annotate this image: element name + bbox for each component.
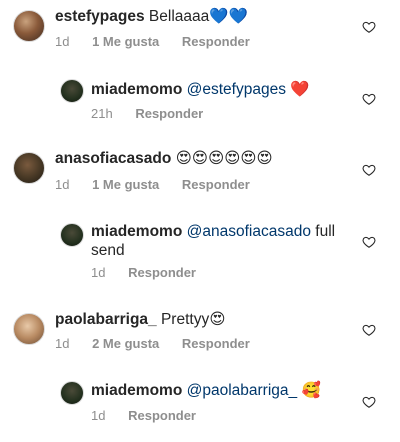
avatar[interactable] — [60, 223, 84, 247]
comment-meta: 21h Responder — [91, 106, 222, 121]
comment-username[interactable]: miademomo — [91, 223, 182, 240]
comment-username[interactable]: miademomo — [91, 382, 182, 399]
comment-username[interactable]: miademomo — [91, 81, 182, 98]
comment-time: 1d — [55, 336, 70, 351]
comment-body: Bellaaaa — [148, 8, 210, 25]
heart-outline-icon[interactable] — [362, 20, 376, 34]
reply-button[interactable]: Responder — [182, 34, 250, 49]
comment-username[interactable]: anasofiacasado — [55, 150, 171, 167]
comment-emoji: 💙💙 — [209, 7, 248, 25]
comment-time: 1d — [91, 408, 106, 423]
comment-time: 21h — [91, 106, 113, 121]
comment-username[interactable]: estefypages — [55, 8, 145, 25]
comment-meta: 1d 1 Me gusta Responder — [55, 34, 269, 49]
heart-outline-icon[interactable] — [362, 395, 376, 409]
comment-emoji: ❤️ — [290, 80, 310, 98]
comment-emoji: 😍 — [209, 310, 226, 328]
reply-button[interactable]: Responder — [128, 408, 196, 423]
reply-button[interactable]: Responder — [182, 177, 250, 192]
avatar[interactable] — [13, 313, 45, 345]
comment-text: miademomo @anasofiacasado full send — [91, 222, 346, 260]
comment-meta: 1d 2 Me gusta Responder — [55, 336, 269, 351]
comment-text: miademomo @paolabarriga_ 🥰 — [91, 381, 321, 400]
heart-outline-icon[interactable] — [362, 235, 376, 249]
comment-likes[interactable]: 1 Me gusta — [92, 34, 159, 49]
comment-meta: 1d Responder — [91, 265, 215, 280]
reply-button[interactable]: Responder — [135, 106, 203, 121]
comment-meta: 1d 1 Me gusta Responder — [55, 177, 269, 192]
avatar[interactable] — [13, 152, 45, 184]
comment-text: anasofiacasado 😍😍😍😍😍😍 — [55, 149, 273, 168]
avatar[interactable] — [60, 381, 84, 405]
comment-time: 1d — [55, 34, 70, 49]
comment-meta: 1d Responder — [91, 408, 215, 423]
comment-body: Prettyy — [160, 311, 210, 328]
heart-outline-icon[interactable] — [362, 163, 376, 177]
comment-time: 1d — [91, 265, 106, 280]
reply-button[interactable]: Responder — [128, 265, 196, 280]
avatar[interactable] — [13, 10, 45, 42]
heart-outline-icon[interactable] — [362, 92, 376, 106]
comment-emoji: 😍😍😍😍😍😍 — [175, 149, 273, 167]
comment-text: paolabarriga_ Prettyy😍 — [55, 310, 225, 329]
comment-emoji: 🥰 — [301, 381, 321, 399]
avatar[interactable] — [60, 79, 84, 103]
comment-text: estefypages Bellaaaa💙💙 — [55, 7, 248, 26]
comment-username[interactable]: paolabarriga_ — [55, 311, 157, 328]
heart-outline-icon[interactable] — [362, 323, 376, 337]
comment-likes[interactable]: 1 Me gusta — [92, 177, 159, 192]
comment-mention[interactable]: @paolabarriga_ — [187, 382, 298, 399]
reply-button[interactable]: Responder — [182, 336, 250, 351]
comment-mention[interactable]: @estefypages — [187, 81, 286, 98]
comment-mention[interactable]: @anasofiacasado — [187, 223, 311, 240]
comment-text: miademomo @estefypages ❤️ — [91, 80, 310, 99]
comment-time: 1d — [55, 177, 70, 192]
comment-likes[interactable]: 2 Me gusta — [92, 336, 159, 351]
